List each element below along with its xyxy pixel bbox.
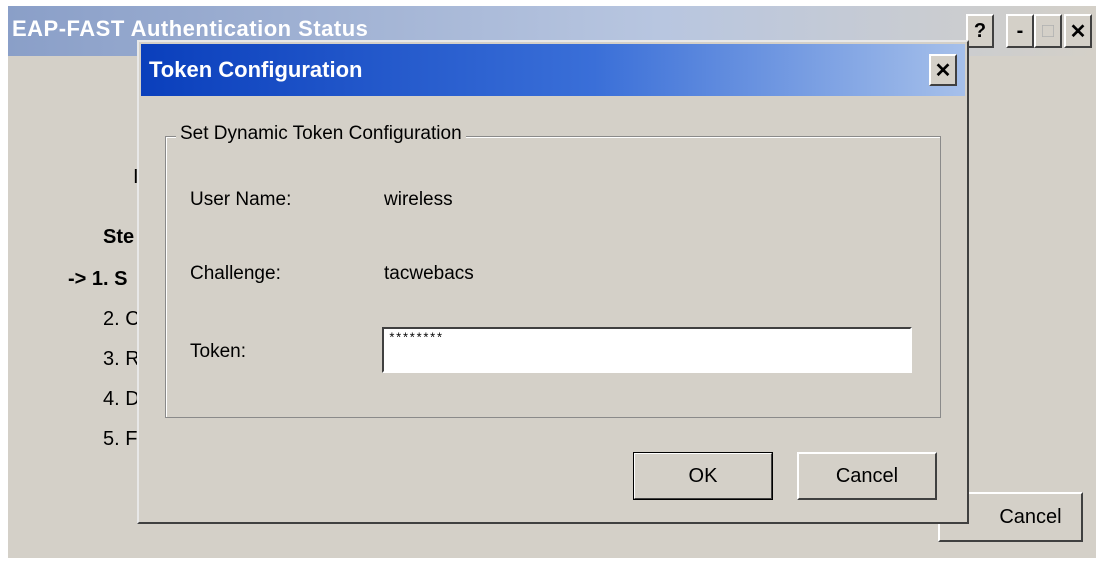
steps-heading: Ste	[103, 226, 135, 248]
token-label: Token:	[190, 341, 246, 362]
token-configuration-dialog: Token Configuration ✕ Set Dynamic Token …	[137, 40, 969, 524]
help-button[interactable]: ?	[966, 14, 994, 48]
token-input[interactable]: ********	[382, 327, 912, 373]
minimize-button[interactable]: -	[1006, 14, 1034, 48]
step-item-1: -> 1. S	[68, 268, 128, 290]
background-close-button[interactable]: ✕	[1064, 14, 1092, 48]
token-config-group: Set Dynamic Token Configuration User Nam…	[165, 123, 941, 418]
cancel-button[interactable]: Cancel	[797, 452, 937, 500]
ok-button[interactable]: OK	[633, 452, 773, 500]
step-item-3: 3. R	[103, 348, 140, 370]
step-item-5: 5. F	[103, 428, 138, 450]
dialog-title: Token Configuration	[149, 57, 363, 82]
step-item-2: 2. C	[103, 308, 140, 330]
dialog-titlebar[interactable]: Token Configuration ✕	[141, 44, 965, 96]
dialog-close-button[interactable]: ✕	[929, 54, 957, 86]
challenge-value: tacwebacs	[384, 263, 474, 284]
challenge-label: Challenge:	[190, 263, 281, 284]
username-value: wireless	[384, 189, 453, 210]
step-item-4: 4. D	[103, 388, 140, 410]
background-window-title: EAP-FAST Authentication Status	[12, 16, 369, 41]
maximize-button[interactable]: □	[1034, 14, 1062, 48]
username-label: User Name:	[190, 189, 292, 210]
group-title: Set Dynamic Token Configuration	[176, 123, 466, 145]
